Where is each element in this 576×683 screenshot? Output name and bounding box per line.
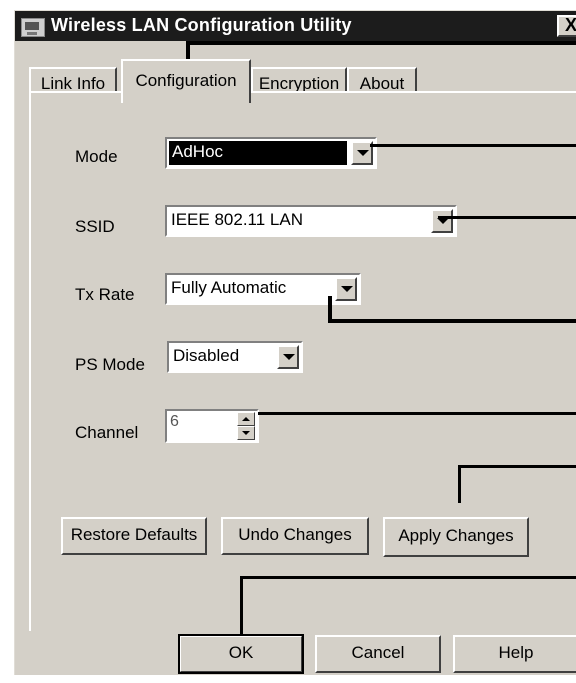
app-window-icon	[21, 18, 45, 37]
channel-stepper[interactable]: 6	[165, 409, 259, 443]
callout-line-txrate	[328, 319, 576, 323]
tx-rate-value: Fully Automatic	[171, 278, 287, 297]
configuration-panel: Mode AdHoc SSID IEEE 802.11 LAN Tx Rate …	[29, 91, 576, 631]
ps-mode-value: Disabled	[173, 346, 240, 365]
mode-value: AdHoc	[169, 141, 347, 165]
ssid-value: IEEE 802.11 LAN	[171, 210, 303, 229]
channel-value: 6	[170, 413, 179, 430]
callout-line-mode	[370, 144, 576, 147]
callout-line-channel	[258, 412, 576, 415]
callout-line-tabs	[186, 41, 576, 45]
callout-line-apply	[458, 465, 576, 468]
channel-label: Channel	[75, 423, 139, 442]
callout-line-buttons	[240, 576, 576, 579]
ok-button[interactable]: OK	[178, 634, 304, 674]
chevron-down-icon[interactable]	[335, 277, 357, 301]
close-button[interactable]: X	[557, 15, 576, 37]
mode-select[interactable]: AdHoc	[165, 137, 377, 169]
restore-defaults-button[interactable]: Restore Defaults	[61, 517, 207, 555]
spin-down-icon[interactable]	[237, 426, 255, 440]
callout-line-ssid	[438, 216, 576, 219]
ssid-select[interactable]: IEEE 802.11 LAN	[165, 205, 457, 237]
apply-changes-button[interactable]: Apply Changes	[383, 517, 529, 557]
title-bar: Wireless LAN Configuration Utility X	[15, 11, 576, 41]
callout-line-buttons	[240, 576, 243, 634]
undo-changes-button[interactable]: Undo Changes	[221, 517, 369, 555]
ps-mode-select[interactable]: Disabled	[167, 341, 303, 373]
spin-up-icon[interactable]	[237, 412, 255, 426]
tab-configuration[interactable]: Configuration	[121, 59, 251, 103]
cancel-button[interactable]: Cancel	[315, 635, 441, 673]
callout-line-apply	[458, 465, 461, 503]
help-button[interactable]: Help	[453, 635, 576, 673]
ssid-label: SSID	[75, 217, 115, 236]
chevron-down-icon[interactable]	[277, 345, 299, 369]
mode-label: Mode	[75, 147, 118, 166]
chevron-down-icon[interactable]	[431, 209, 453, 233]
window-title: Wireless LAN Configuration Utility	[51, 15, 352, 35]
tx-rate-label: Tx Rate	[75, 285, 135, 304]
ps-mode-label: PS Mode	[75, 355, 145, 374]
